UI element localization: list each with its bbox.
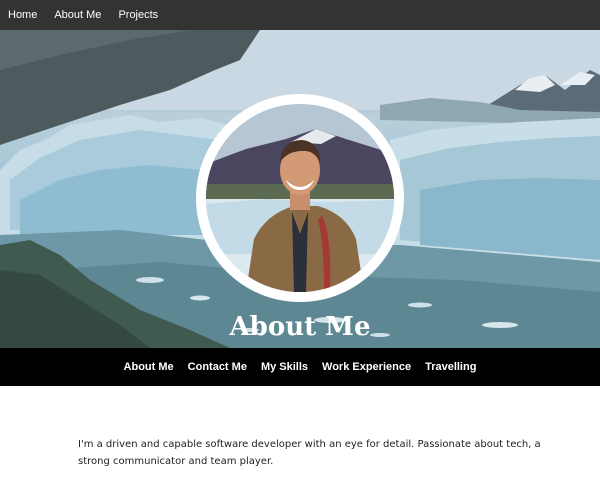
section-link-about-me[interactable]: About Me (124, 361, 174, 373)
avatar (206, 104, 394, 292)
section-link-work-experience[interactable]: Work Experience (322, 361, 411, 373)
section-link-contact-me[interactable]: Contact Me (188, 361, 247, 373)
nav-link-home[interactable]: Home (8, 9, 37, 21)
section-link-my-skills[interactable]: My Skills (261, 361, 308, 373)
top-navigation: Home About Me Projects (0, 0, 600, 30)
bio-paragraph: I'm a driven and capable software develo… (78, 439, 541, 467)
hero-banner: About Me (0, 30, 600, 348)
profile-photo-icon (206, 104, 394, 292)
page-title: About Me (229, 312, 371, 342)
nav-link-about-me[interactable]: About Me (54, 9, 101, 21)
nav-link-projects[interactable]: Projects (118, 9, 158, 21)
section-link-travelling[interactable]: Travelling (425, 361, 476, 373)
section-navigation: About Me Contact Me My Skills Work Exper… (0, 348, 600, 386)
